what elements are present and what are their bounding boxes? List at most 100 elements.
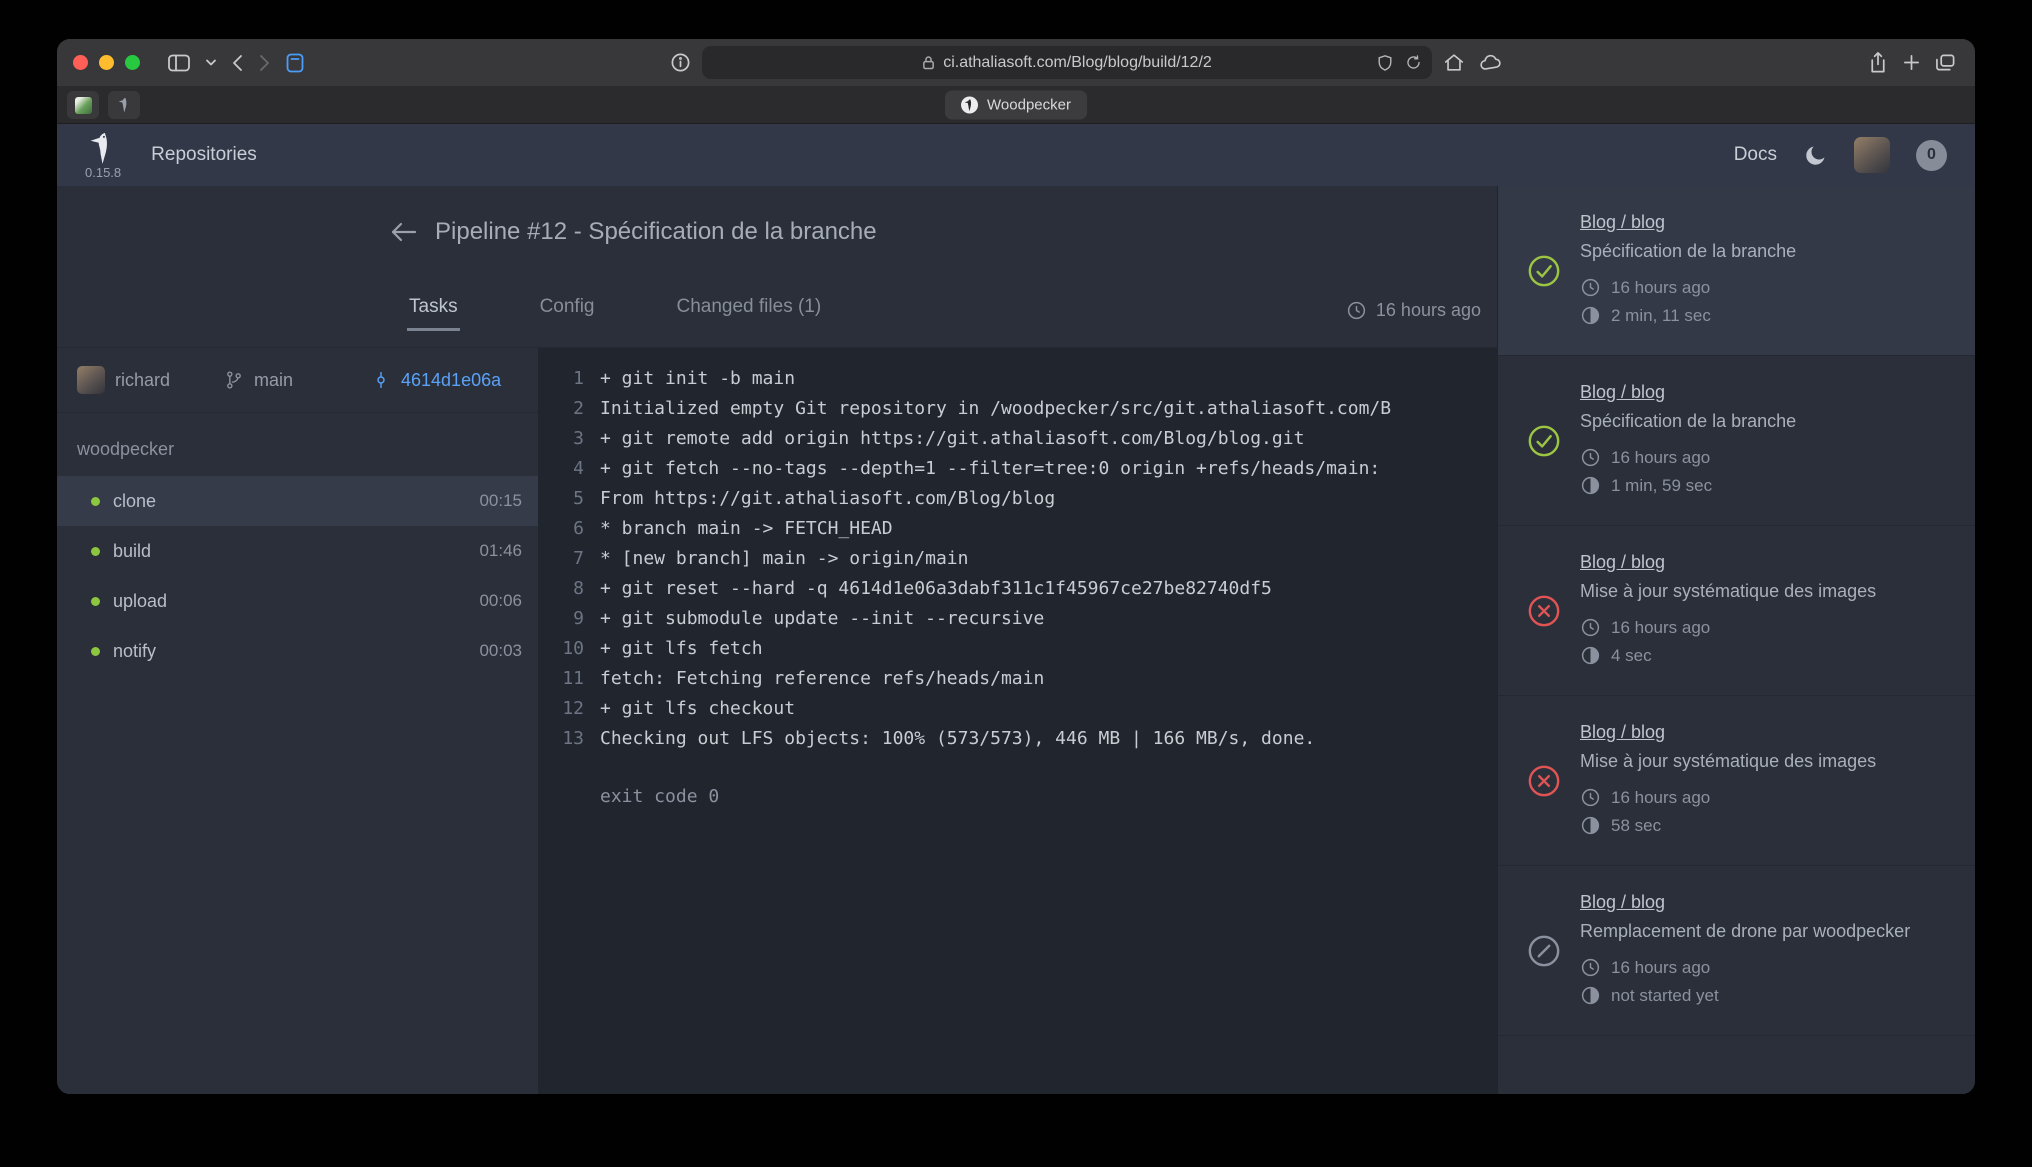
log-area[interactable]: 1 + git init -b main 2 Initialized empty… <box>538 348 1497 1094</box>
timelapse-icon <box>1580 985 1601 1006</box>
address-bar[interactable]: ci.athaliasoft.com/Blog/blog/build/12/2 <box>702 46 1432 79</box>
lock-icon <box>922 55 935 70</box>
forward-button[interactable] <box>255 50 274 76</box>
pipeline-tab[interactable]: Tasks <box>407 296 460 331</box>
repo-link[interactable]: Blog / blog <box>1580 212 1665 233</box>
nav-repositories-link[interactable]: Repositories <box>151 144 257 166</box>
user-avatar[interactable] <box>1854 137 1890 173</box>
timelapse-icon <box>1580 305 1601 326</box>
task-row[interactable]: notify 00:03 <box>57 626 538 676</box>
home-logo-link[interactable]: 0.15.8 <box>85 131 121 180</box>
branch-name: main <box>254 370 293 391</box>
duration-row: not started yet <box>1580 982 1949 1010</box>
active-tab[interactable]: Woodpecker <box>945 91 1087 120</box>
time-row: 16 hours ago <box>1580 274 1949 302</box>
share-icon <box>1868 51 1888 74</box>
line-text: + git init -b main <box>600 364 795 394</box>
pipeline-tab[interactable]: Config <box>538 296 597 331</box>
line-text: + git submodule update --init --recursiv… <box>600 604 1044 634</box>
safari-window: ci.athaliasoft.com/Blog/blog/build/12/2 <box>57 39 1975 1094</box>
task-duration: 00:06 <box>479 591 522 611</box>
pipeline-list-item[interactable]: Blog / blog Spécification de la branche … <box>1498 356 1975 526</box>
start-page-button[interactable] <box>282 49 308 77</box>
time-ago-label: 16 hours ago <box>1376 300 1481 321</box>
task-status-dot <box>91 547 100 556</box>
nav-docs-link[interactable]: Docs <box>1734 144 1777 166</box>
line-number: 6 <box>538 514 584 544</box>
icloud-tabs-button[interactable] <box>1476 50 1506 75</box>
pipeline-status <box>1524 594 1564 628</box>
task-status-dot <box>91 647 100 656</box>
home-icon <box>1443 52 1465 73</box>
pipeline-status <box>1524 934 1564 968</box>
time-row: 16 hours ago <box>1580 784 1949 812</box>
privacy-badge-icon[interactable] <box>1377 54 1393 71</box>
chevron-down-icon <box>205 58 217 67</box>
reload-icon[interactable] <box>1405 54 1422 71</box>
log-lines: 1 + git init -b main 2 Initialized empty… <box>538 364 1497 754</box>
task-row[interactable]: build 01:46 <box>57 526 538 576</box>
clock-icon <box>1580 957 1601 978</box>
pipeline-list-item[interactable]: Blog / blog Mise à jour systématique des… <box>1498 696 1975 866</box>
line-number: 8 <box>538 574 584 604</box>
line-text: + git fetch --no-tags --depth=1 --filter… <box>600 454 1380 484</box>
navbar-right: Docs 0 <box>1734 137 1947 173</box>
share-button[interactable] <box>1865 48 1891 77</box>
repo-link[interactable]: Blog / blog <box>1580 722 1665 743</box>
pinned-tab-1-favicon <box>75 97 92 114</box>
task-name: build <box>113 541 151 562</box>
pipeline-tabs: Tasks Config Changed files (1) <box>57 296 823 331</box>
close-window-button[interactable] <box>73 55 88 70</box>
log-line: 6 * branch main -> FETCH_HEAD <box>538 514 1497 544</box>
commit-sha: 4614d1e06a <box>371 369 518 391</box>
task-duration: 01:46 <box>479 541 522 561</box>
pipeline-list-item[interactable]: Blog / blog Remplacement de drone par wo… <box>1498 866 1975 1036</box>
time-row: 16 hours ago <box>1580 954 1949 982</box>
address-bar-actions <box>1377 54 1422 71</box>
status-pending-icon <box>1527 934 1561 968</box>
repo-link[interactable]: Blog / blog <box>1580 892 1665 913</box>
queue-counter-badge[interactable]: 0 <box>1916 140 1947 171</box>
sidebar-chevron-button[interactable] <box>202 55 220 70</box>
home-button[interactable] <box>1440 49 1468 76</box>
status-success-icon <box>1527 424 1561 458</box>
task-name: notify <box>113 641 156 662</box>
theme-toggle-button[interactable] <box>1803 143 1828 168</box>
tab-overview-button[interactable] <box>1932 50 1959 76</box>
pipeline-tab[interactable]: Changed files (1) <box>675 296 824 331</box>
pipeline-list-item[interactable]: Blog / blog Mise à jour systématique des… <box>1498 526 1975 696</box>
desktop-background: ci.athaliasoft.com/Blog/blog/build/12/2 <box>0 0 2032 1167</box>
pipeline-back-button[interactable] <box>389 219 419 245</box>
duration-row: 2 min, 11 sec <box>1580 302 1949 330</box>
new-tab-button[interactable] <box>1899 50 1924 75</box>
repo-link[interactable]: Blog / blog <box>1580 552 1665 573</box>
repo-link[interactable]: Blog / blog <box>1580 382 1665 403</box>
task-name: clone <box>113 491 156 512</box>
log-line: 13 Checking out LFS objects: 100% (573/5… <box>538 724 1497 754</box>
commit-sha-link[interactable]: 4614d1e06a <box>401 370 501 391</box>
pinned-tab-1[interactable] <box>67 91 99 119</box>
back-arrow-icon <box>389 219 419 245</box>
status-failure-icon <box>1527 594 1561 628</box>
task-row[interactable]: clone 00:15 <box>57 476 538 526</box>
zoom-window-button[interactable] <box>125 55 140 70</box>
page-settings-button[interactable] <box>667 49 694 76</box>
line-text: * branch main -> FETCH_HEAD <box>600 514 893 544</box>
task-duration: 00:15 <box>479 491 522 511</box>
clock-icon <box>1346 300 1367 321</box>
pipeline-time: 16 hours ago <box>1346 300 1497 331</box>
timelapse-icon <box>1580 475 1601 496</box>
pipeline-title-row: Pipeline #12 - Spécification de la branc… <box>57 186 1497 246</box>
line-number: 12 <box>538 694 584 724</box>
pinned-tab-2[interactable] <box>108 91 140 119</box>
pipeline-list-item[interactable]: Blog / blog Spécification de la branche … <box>1498 186 1975 356</box>
log-line: 7 * [new branch] main -> origin/main <box>538 544 1497 574</box>
line-number: 1 <box>538 364 584 394</box>
pipeline-status <box>1524 254 1564 288</box>
pipeline-list-item[interactable]: Blog / blog <box>1498 1036 1975 1094</box>
back-button[interactable] <box>228 50 247 76</box>
minimize-window-button[interactable] <box>99 55 114 70</box>
task-row[interactable]: upload 00:06 <box>57 576 538 626</box>
sidebar-toggle-button[interactable] <box>164 50 194 76</box>
task-panel: richard main 4614d1e06a <box>57 348 538 1094</box>
